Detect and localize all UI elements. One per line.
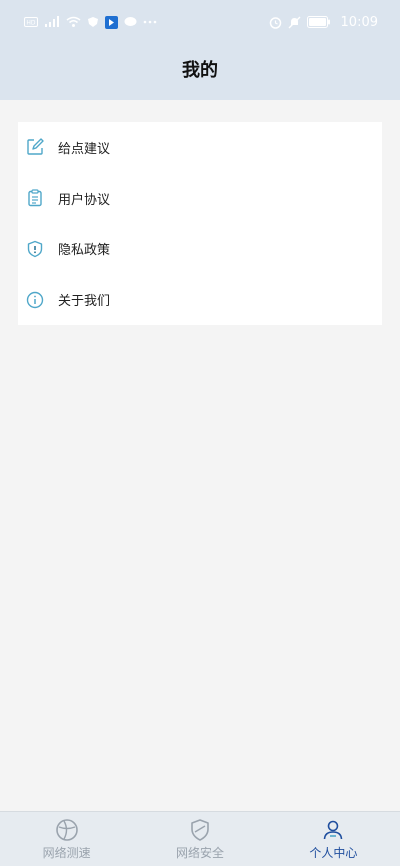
security-icon [188, 818, 212, 842]
tab-speed-test[interactable]: 网络测速 [0, 812, 133, 866]
mute-icon [288, 16, 301, 29]
tab-personal-center[interactable]: 个人中心 [267, 812, 400, 866]
menu-item-label: 给点建议 [58, 141, 111, 157]
edit-icon [26, 138, 44, 156]
menu-item-user-agreement[interactable]: 用户协议 [18, 173, 382, 224]
more-dots-icon [143, 20, 157, 24]
app-icon [105, 15, 118, 29]
menu-item-label: 隐私政策 [58, 243, 111, 259]
tab-label: 网络安全 [175, 845, 224, 860]
tab-label: 网络测速 [42, 845, 91, 860]
menu-item-label: 关于我们 [58, 294, 111, 310]
battery-icon [306, 16, 331, 28]
hd-icon: HD [24, 17, 38, 27]
alarm-icon [269, 16, 282, 29]
status-bar: HD 10:09 [0, 0, 400, 44]
menu-card: 给点建议 用户协议 隐私政策 关于我们 [18, 122, 382, 325]
tab-label: 个人中心 [309, 845, 358, 860]
shield-icon [87, 16, 99, 28]
message-icon [124, 16, 137, 28]
page-title: 我的 [182, 60, 218, 81]
status-time: 10:09 [340, 14, 378, 30]
menu-item-feedback[interactable]: 给点建议 [18, 122, 382, 173]
bottom-tab-bar: 网络测速 网络安全 个人中心 [0, 811, 400, 866]
tab-network-security[interactable]: 网络安全 [133, 812, 266, 866]
status-right-icons: 10:09 [269, 15, 378, 30]
menu-item-privacy-policy[interactable]: 隐私政策 [18, 224, 382, 275]
menu-item-label: 用户协议 [58, 192, 111, 208]
person-icon [321, 818, 345, 842]
status-left-icons: HD [24, 15, 157, 29]
clipboard-icon [26, 189, 44, 207]
signal-icon [44, 16, 60, 28]
info-icon [26, 291, 44, 309]
wifi-icon [66, 16, 81, 28]
svg-text:HD: HD [26, 20, 36, 27]
speedtest-icon [55, 818, 79, 842]
menu-item-about-us[interactable]: 关于我们 [18, 274, 382, 325]
shield-alert-icon [26, 240, 44, 258]
